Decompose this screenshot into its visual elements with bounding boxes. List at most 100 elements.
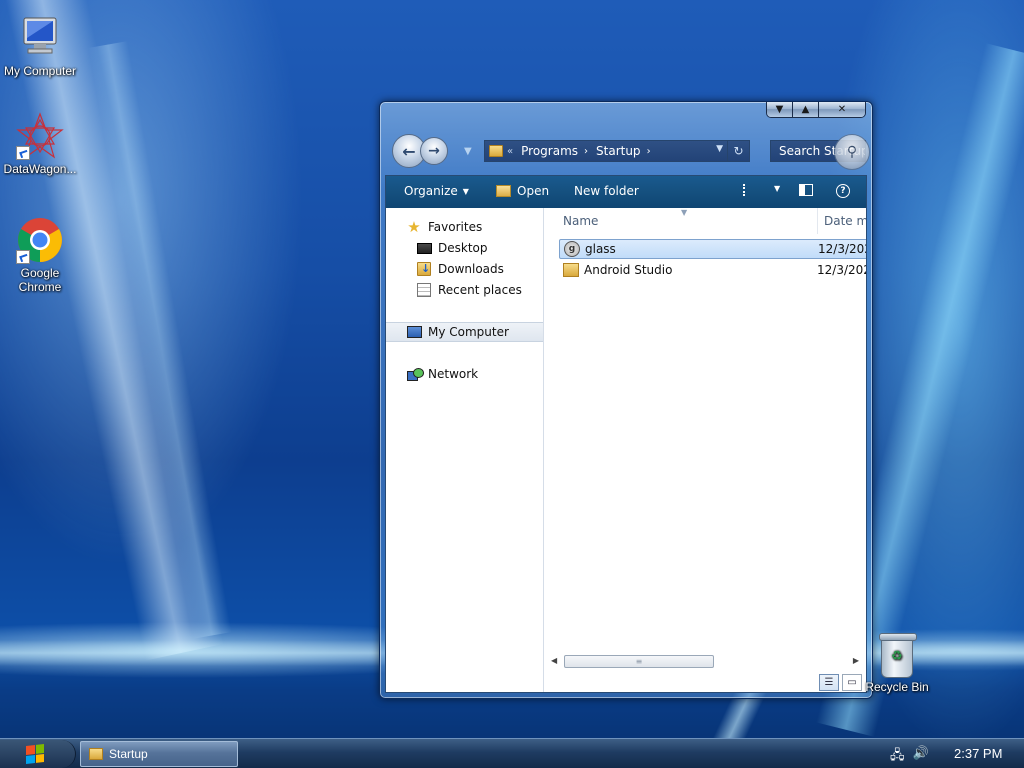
windows-logo-icon [26, 744, 44, 764]
navigation-pane: ★ Favorites Desktop Downloads Recent pla… [386, 208, 544, 692]
nav-label: Favorites [428, 220, 483, 234]
file-row-glass[interactable]: g glass 12/3/202 [559, 239, 866, 259]
views-dropdown[interactable]: ▼ [769, 184, 780, 193]
back-arrow-icon: ← [402, 141, 416, 161]
view-switcher: ☰ ▭ [819, 674, 862, 691]
address-bar[interactable]: « Programs › Startup › ▼ ↻ [484, 140, 750, 162]
desktop-icon-label: Recycle Bin [865, 680, 929, 694]
refresh-icon[interactable]: ↻ [727, 141, 749, 161]
organize-button[interactable]: Organize ▼ [404, 184, 469, 198]
glass-shortcut-icon: g [564, 241, 580, 257]
shortcut-arrow-icon [16, 146, 30, 160]
folder-icon [89, 748, 103, 760]
taskbar: Startup 🖧 🔊 2:37 PM [0, 738, 1024, 768]
minimize-button[interactable]: ▼ [767, 102, 793, 117]
wallpaper-light-streak [88, 41, 232, 639]
views-icon [743, 184, 747, 196]
maximize-icon: ▲ [801, 104, 810, 115]
desktop-icon-my-computer[interactable]: My Computer [0, 14, 80, 78]
desktop-icon-label: DataWagon... [3, 162, 77, 176]
new-folder-label: New folder [574, 184, 639, 198]
nav-desktop[interactable]: Desktop [386, 238, 543, 258]
address-dropdown-icon[interactable]: ▼ [716, 144, 723, 154]
change-view-button[interactable] [743, 184, 747, 196]
chevron-down-icon: ▼ [462, 186, 469, 196]
network-tray-icon[interactable]: 🖧 [890, 746, 905, 768]
help-icon: ? [836, 184, 850, 198]
column-header-date-modified[interactable]: Date mo [819, 208, 866, 234]
thumbnails-view-icon: ▭ [847, 677, 857, 688]
close-button[interactable]: ✕ [819, 102, 865, 117]
explorer-window[interactable]: ▼ ▲ ✕ ← → ▼ « Programs › Startup › ▼ ↻ S… [379, 101, 873, 699]
desktop-icon-google-chrome[interactable]: Google Chrome [0, 216, 80, 294]
nav-recent-places[interactable]: Recent places [386, 280, 543, 300]
breadcrumb-programs[interactable]: Programs [521, 144, 578, 158]
scroll-right-icon[interactable]: ▶ [853, 656, 859, 665]
minimize-icon: ▼ [775, 104, 784, 115]
nav-downloads[interactable]: Downloads [386, 259, 543, 279]
search-button[interactable]: ⚲ [834, 134, 870, 170]
explorer-content: Organize ▼ Open New folder ▼ ? ★ Favorit… [385, 175, 867, 693]
thumbnails-view-button[interactable]: ▭ [842, 674, 862, 691]
scrollbar-thumb[interactable]: ≡ [564, 655, 714, 668]
downloads-folder-icon [416, 261, 432, 277]
system-tray: 🖧 🔊 [890, 746, 929, 768]
horizontal-scrollbar[interactable]: ◀ ≡ ▶ [549, 654, 861, 670]
shortcut-arrow-icon [16, 250, 30, 264]
maximize-button[interactable]: ▲ [793, 102, 819, 117]
close-icon: ✕ [837, 104, 847, 115]
forward-button[interactable]: → [420, 137, 448, 165]
chrome-icon [16, 216, 64, 264]
folder-icon [563, 263, 579, 277]
search-icon: ⚲ [846, 144, 858, 160]
nav-label: My Computer [428, 325, 509, 339]
new-folder-button[interactable]: New folder [574, 184, 639, 198]
star-icon: ★ [407, 218, 421, 236]
scrollbar-grip-icon: ≡ [635, 657, 643, 666]
recent-places-icon [416, 282, 432, 298]
nav-network[interactable]: Network [386, 364, 543, 384]
nav-favorites[interactable]: ★ Favorites [386, 217, 543, 237]
wallpaper-light-streak [0, 0, 224, 661]
preview-pane-icon [799, 184, 813, 196]
nav-label: Desktop [438, 241, 488, 255]
clock[interactable]: 2:37 PM [954, 746, 1002, 761]
open-button[interactable]: Open [496, 184, 549, 198]
desktop-icon-label: Google Chrome [18, 266, 62, 294]
desktop-icon-datawagon[interactable]: DataWagon... [0, 112, 80, 176]
file-name: Android Studio [584, 263, 673, 277]
open-label: Open [517, 184, 550, 198]
scroll-left-icon[interactable]: ◀ [551, 656, 557, 665]
recent-pages-dropdown[interactable]: ▼ [464, 146, 472, 157]
nav-my-computer[interactable]: My Computer [386, 322, 543, 342]
caption-buttons: ▼ ▲ ✕ [766, 102, 866, 118]
breadcrumb-startup[interactable]: Startup [596, 144, 641, 158]
open-folder-icon [496, 185, 511, 197]
computer-icon [406, 324, 422, 340]
network-icon [406, 366, 424, 382]
recycle-bin-icon [879, 633, 917, 678]
breadcrumb-separator-icon[interactable]: › [647, 146, 651, 157]
help-button[interactable]: ? [836, 184, 850, 198]
desktop-icon [416, 240, 432, 256]
forward-arrow-icon: → [428, 143, 440, 159]
desktop-icon-label: My Computer [3, 64, 77, 78]
start-button[interactable] [0, 740, 76, 768]
preview-pane-button[interactable] [799, 184, 813, 196]
details-view-button[interactable]: ☰ [819, 674, 839, 691]
volume-icon[interactable]: 🔊 [913, 746, 929, 768]
file-row-android-studio[interactable]: Android Studio 12/3/202 [559, 260, 866, 280]
taskbar-button-startup[interactable]: Startup [80, 741, 238, 767]
taskbar-button-label: Startup [109, 747, 148, 761]
file-list: ▼ Name Date mo g glass 12/3/202 Android … [545, 208, 866, 692]
column-header-name[interactable]: Name [545, 208, 818, 234]
nav-label: Network [428, 367, 479, 381]
datawagon-icon [16, 112, 64, 160]
breadcrumb-separator-icon[interactable]: › [584, 146, 588, 157]
chevron-down-icon: ▼ [774, 184, 781, 193]
navigation-bar: ← → ▼ « Programs › Startup › ▼ ↻ Search … [388, 132, 870, 172]
history-arrows-icon: « [507, 145, 514, 157]
file-name: glass [585, 242, 616, 256]
desktop-icon-recycle-bin[interactable]: Recycle Bin [860, 633, 934, 694]
file-date: 12/3/202 [817, 263, 866, 277]
